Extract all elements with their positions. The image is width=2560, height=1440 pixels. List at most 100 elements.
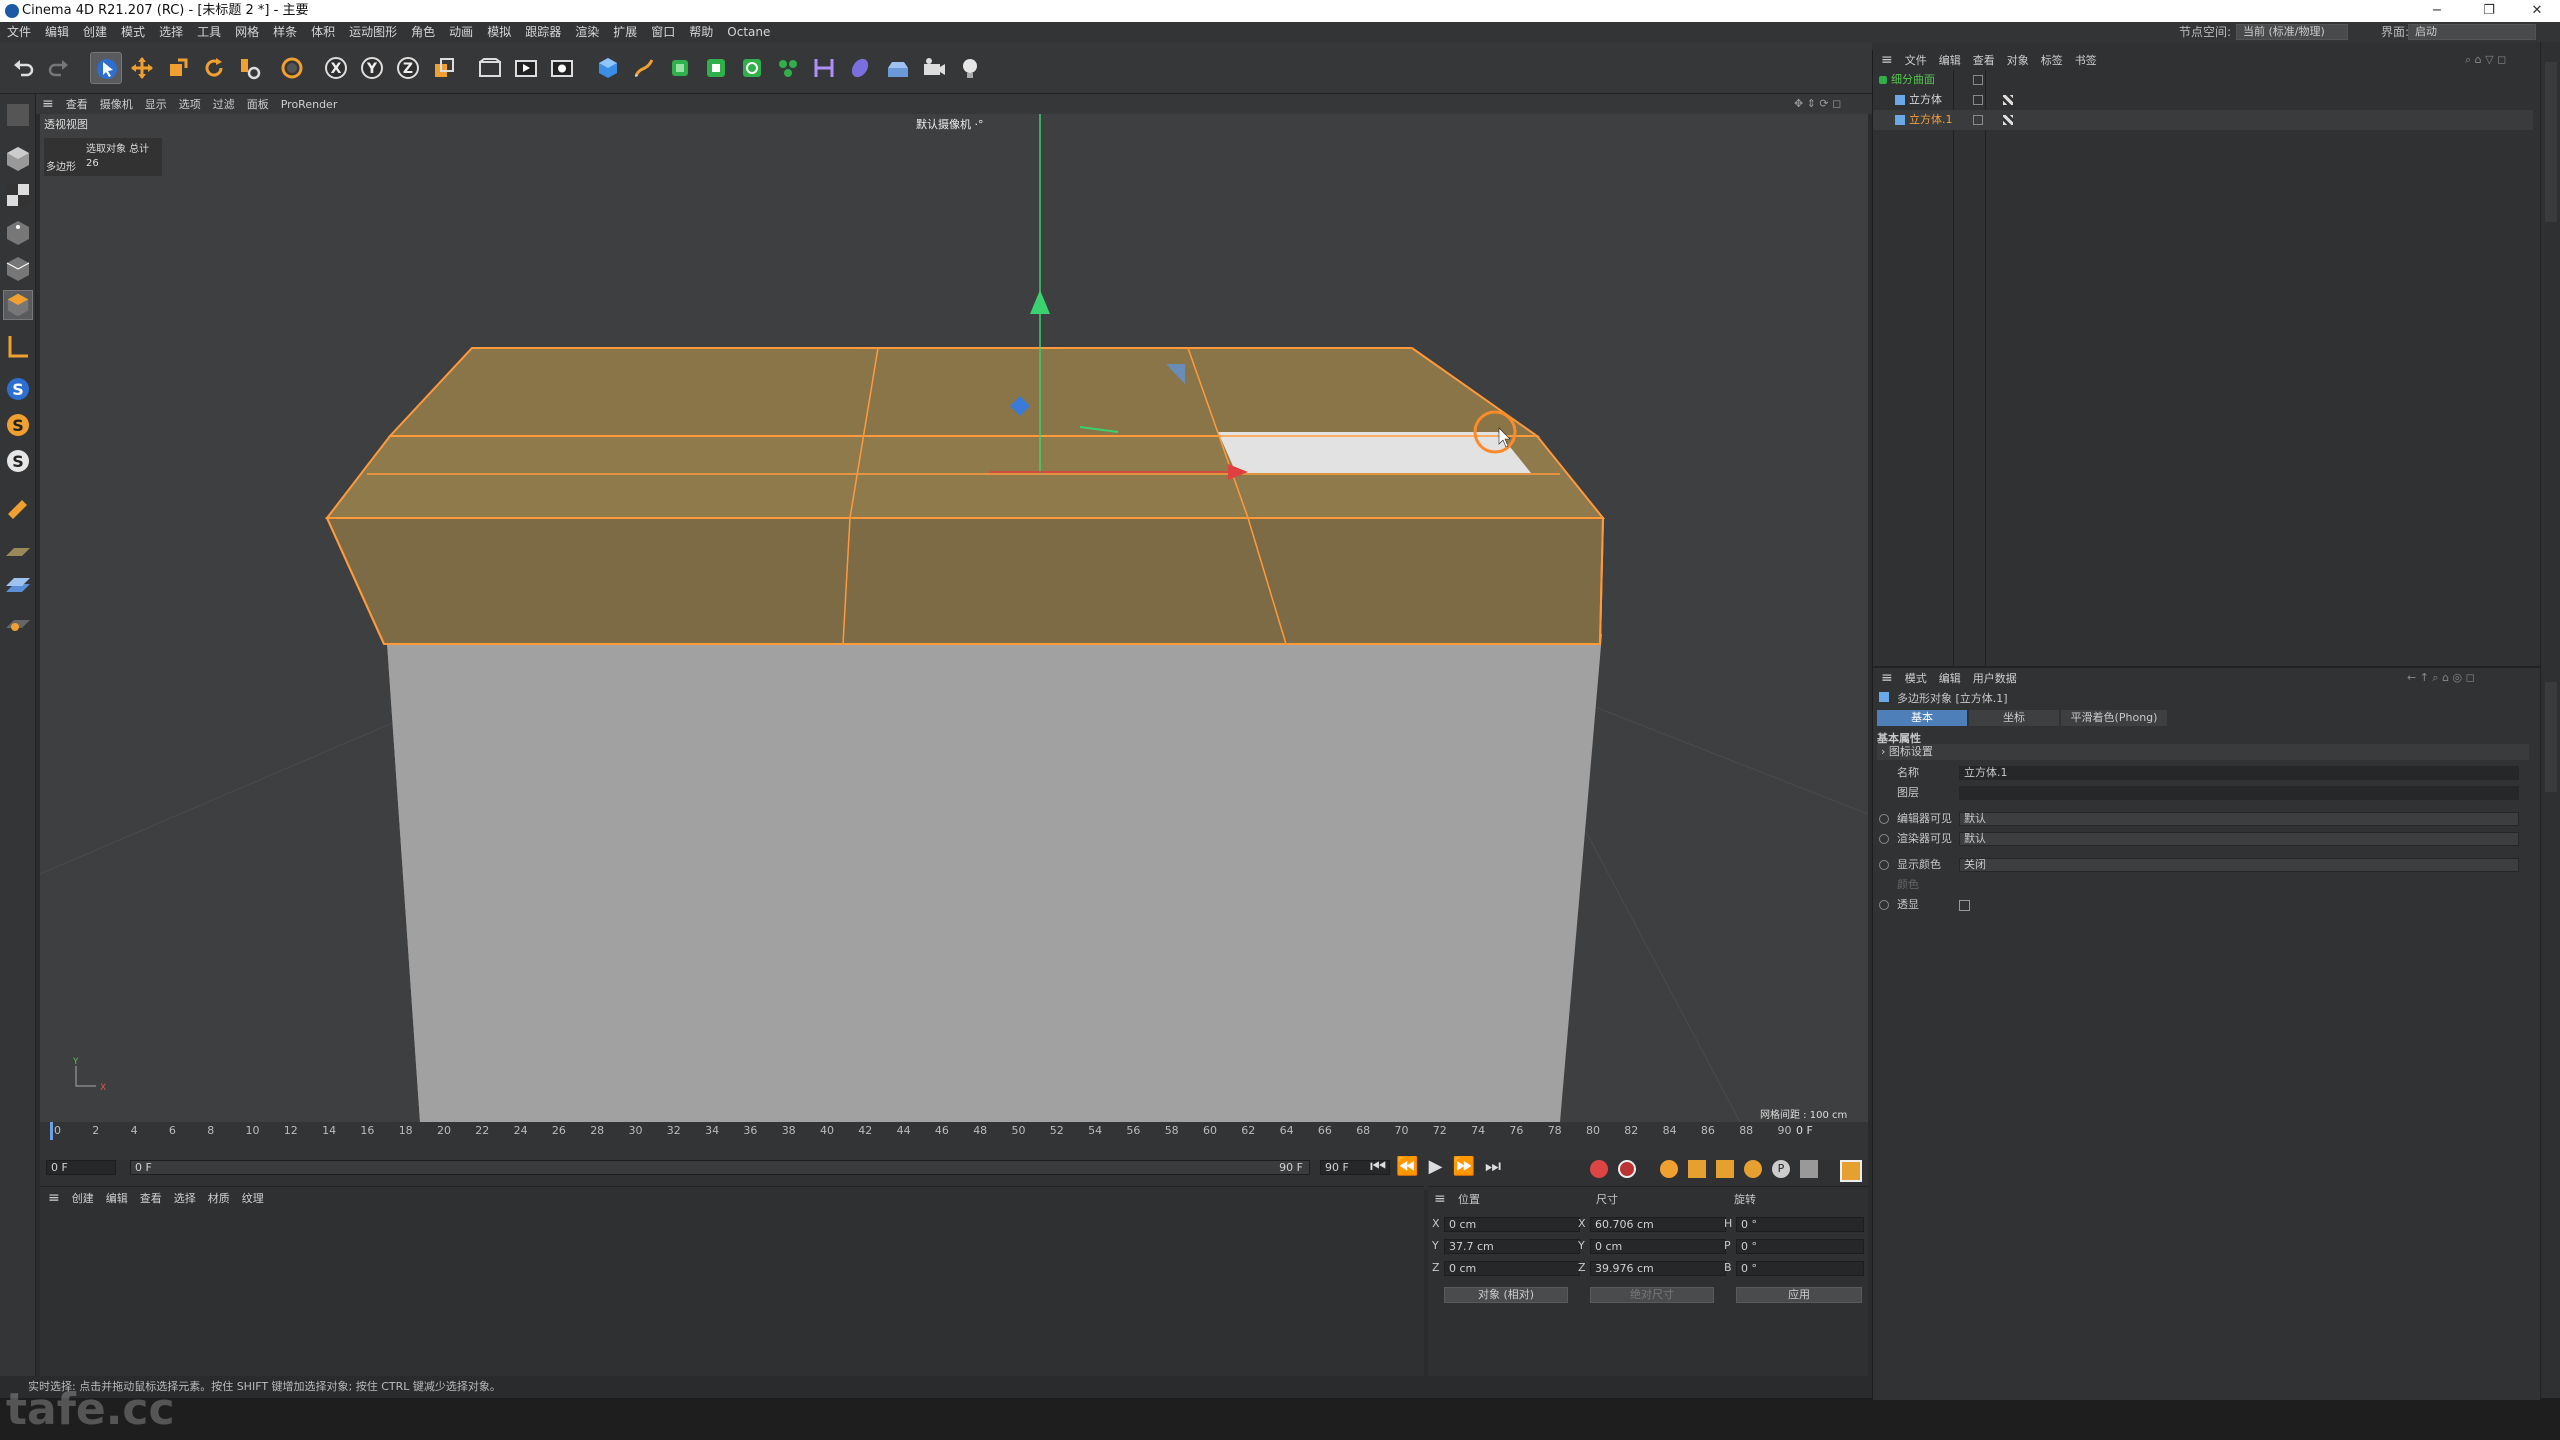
animate-radio[interactable] [1879,900,1889,910]
om-tags-menu[interactable]: 标签 [2035,51,2069,71]
object-row-cube-1[interactable]: 立方体.1 [1873,110,2533,130]
attr-mode-menu[interactable]: 模式 [1899,669,1933,689]
timeline-ruler[interactable]: 0 2 4 6 8 10 12 14 16 18 20 22 24 26 28 30 32 34 36 38 40 42 4… [40,1122,1868,1162]
keyframe-selection-icon[interactable] [1660,1160,1678,1178]
pen-icon[interactable] [628,52,660,84]
filter-menu[interactable]: 过滤 [207,95,241,115]
deformer-icon[interactable] [808,52,840,84]
locked-workplane-icon[interactable] [3,572,33,602]
snap-icon[interactable]: S [3,374,33,404]
auto-key-icon[interactable] [1618,1160,1636,1178]
object-row-subdivision[interactable]: 细分曲面 [1873,70,2533,90]
object-menu-icon[interactable]: ≡ [1875,50,1899,70]
menu-select[interactable]: 选择 [152,22,190,42]
polygon-mode-icon[interactable] [3,290,33,320]
coord-mode-dropdown[interactable]: 对象 (相对) [1444,1287,1568,1303]
material-view-menu[interactable]: 查看 [134,1188,168,1210]
rot-h-field[interactable]: 0 ° [1736,1217,1864,1232]
render-settings-icon[interactable] [546,52,578,84]
floor-icon[interactable] [882,52,914,84]
point-mode-icon[interactable] [3,218,33,248]
goto-end-icon[interactable]: ⏭ [1485,1156,1511,1177]
render-picture-icon[interactable] [510,52,542,84]
edge-mode-icon[interactable] [3,254,33,284]
cube-icon[interactable] [592,52,624,84]
material-tag-icon[interactable] [2003,115,2013,125]
node-space-dropdown[interactable]: 当前 (标准/物理) [2236,24,2348,40]
transport-buttons[interactable]: ⏮⏪▶⏩⏭ [1370,1156,1511,1177]
workplane-icon[interactable] [3,536,33,566]
pla-key-icon[interactable] [1800,1160,1818,1178]
material-material-menu[interactable]: 材质 [202,1188,236,1210]
menu-volume[interactable]: 体积 [304,22,342,42]
x-axis-icon[interactable]: X [320,52,352,84]
z-axis-icon[interactable]: Z [392,52,424,84]
menu-mode[interactable]: 模式 [114,22,152,42]
prev-key-icon[interactable]: ⏪ [1396,1156,1428,1177]
axis-mode-icon[interactable] [3,332,33,362]
pos-x-field[interactable]: 0 cm [1444,1217,1580,1232]
tab-phong[interactable]: 平滑着色(Phong) [2061,710,2167,726]
attr-menu-icon[interactable]: ≡ [1875,668,1899,688]
viewport-nav-icons[interactable]: ✥ ⇕ ⟳ ◻ [1788,94,1847,114]
coordinate-system-icon[interactable] [428,52,460,84]
cloner-icon[interactable] [736,52,768,84]
recent-tool-icon[interactable] [234,52,266,84]
goto-start-icon[interactable]: ⏮ [1370,1156,1396,1177]
menu-mesh[interactable]: 网格 [228,22,266,42]
animate-radio[interactable] [1879,860,1889,870]
om-search-icons[interactable]: ⌕ ⌂ ▽ ◻ [2459,50,2512,70]
material-tag-icon[interactable] [2003,95,2013,105]
subdivision-icon[interactable] [664,52,696,84]
next-key-icon[interactable]: ⏩ [1452,1156,1484,1177]
record-key-icon[interactable] [1590,1160,1608,1178]
menu-render[interactable]: 渲染 [568,22,606,42]
viewport-canvas[interactable]: Y X [40,114,1868,1122]
expand-arrow-icon[interactable]: › [1881,745,1885,758]
array-icon[interactable] [772,52,804,84]
menu-tools[interactable]: 工具 [190,22,228,42]
attr-edit-menu[interactable]: 编辑 [1933,669,1967,689]
animate-radio[interactable] [1879,814,1889,824]
play-icon[interactable]: ▶ [1429,1156,1453,1177]
om-view-menu[interactable]: 查看 [1967,51,2001,71]
viewport-menu-icon[interactable]: ≡ [36,94,60,114]
menu-help[interactable]: 帮助 [682,22,720,42]
rot-p-field[interactable]: 0 ° [1736,1239,1864,1254]
material-menu-icon[interactable]: ≡ [42,1187,66,1209]
pos-y-field[interactable]: 37.7 cm [1444,1239,1580,1254]
object-visibility-toggle[interactable] [1973,95,1983,105]
display-menu[interactable]: 显示 [139,95,173,115]
material-select-menu[interactable]: 选择 [168,1188,202,1210]
rotation-key-icon[interactable] [1744,1160,1762,1178]
vertical-tab-objects[interactable] [2545,62,2557,222]
make-editable-icon[interactable] [3,100,33,130]
render-visible-dropdown[interactable]: 默认 [1959,832,2519,846]
menu-simulate[interactable]: 模拟 [480,22,518,42]
select-arrow-icon[interactable] [90,52,122,84]
icon-settings-group[interactable]: › 图标设置 [1877,744,2529,760]
menu-edit[interactable]: 编辑 [38,22,76,42]
undo-icon[interactable] [8,52,40,84]
size-y-field[interactable]: 0 cm [1590,1239,1726,1254]
size-x-field[interactable]: 60.706 cm [1590,1217,1726,1232]
menu-extensions[interactable]: 扩展 [606,22,644,42]
om-objects-menu[interactable]: 对象 [2001,51,2035,71]
layer-field[interactable] [1959,786,2519,800]
camera-menu[interactable]: 摄像机 [94,95,139,115]
move-icon[interactable] [126,52,158,84]
scale-key-icon[interactable] [1716,1160,1734,1178]
field-icon[interactable] [844,52,876,84]
workplane-snap-icon[interactable]: S [3,446,33,476]
animate-radio[interactable] [1879,834,1889,844]
menu-animate[interactable]: 动画 [442,22,480,42]
attr-nav-icons[interactable]: ← ↑ ⌕ ⌂ ◎ ◻ [2401,668,2481,688]
coord-menu-icon[interactable]: ≡ [1434,1191,1446,1207]
object-row-cube[interactable]: 立方体 [1873,90,2533,110]
menu-octane[interactable]: Octane [720,22,777,42]
view-menu[interactable]: 查看 [60,95,94,115]
texture-mode-icon[interactable] [3,180,33,210]
pos-z-field[interactable]: 0 cm [1444,1261,1580,1276]
tweak-icon[interactable] [3,492,33,522]
frame-range-slider[interactable]: 0 F 90 F [130,1160,1310,1175]
